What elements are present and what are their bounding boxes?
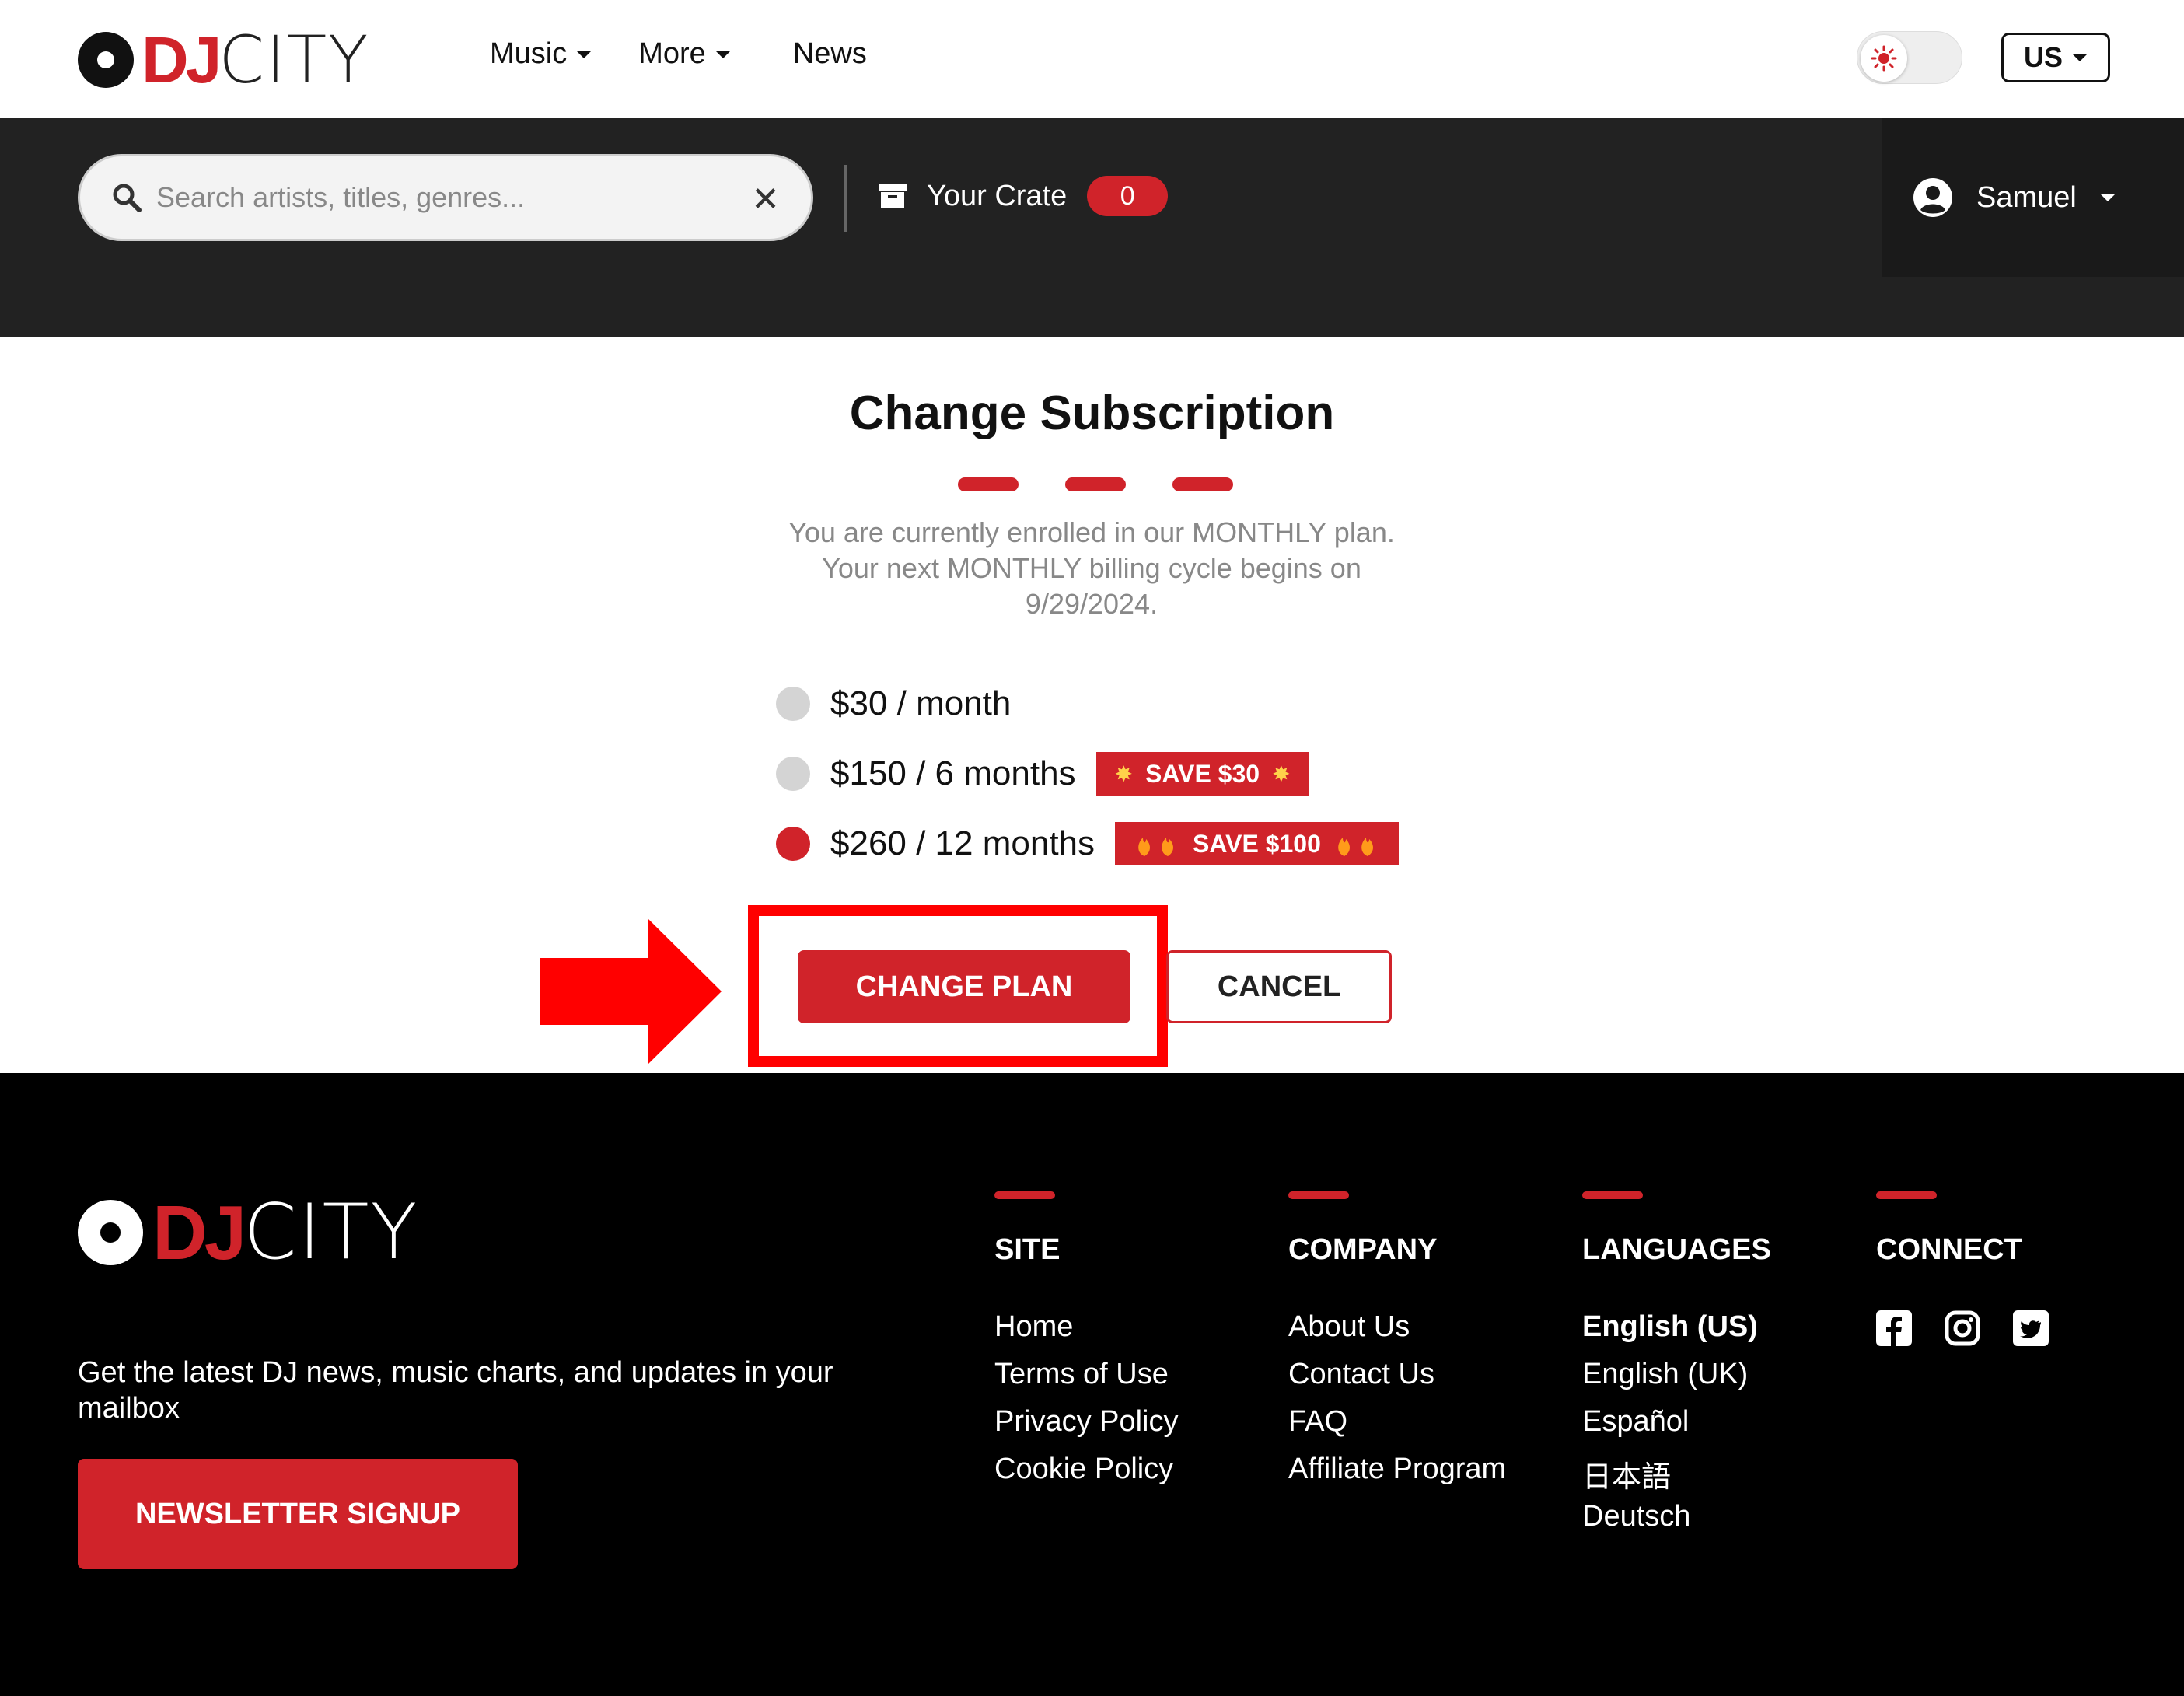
logo-city-text: CITY	[218, 22, 370, 98]
radio-button[interactable]	[776, 757, 810, 791]
red-arrow-annotation	[540, 919, 722, 1064]
region-label: US	[2023, 41, 2063, 73]
language-japanese[interactable]: 日本語	[1582, 1453, 1771, 1500]
sparkle-icon: ✸	[1272, 761, 1291, 786]
plan-label: $150 / 6 months	[830, 754, 1076, 792]
search-input[interactable]	[156, 181, 747, 214]
fire-icon	[1338, 838, 1373, 856]
enrollment-line-1: You are currently enrolled in our MONTHL…	[788, 516, 1395, 548]
nav-more-label: More	[638, 37, 706, 70]
search-box[interactable]: ✕	[78, 154, 813, 241]
plan-option-12-months[interactable]: $260 / 12 months SAVE $100	[776, 809, 1399, 879]
footer-connect-column: CONNECT	[1876, 1191, 2049, 1346]
footer-link-faq[interactable]: FAQ	[1288, 1405, 1506, 1453]
sparkle-icon: ✸	[1114, 761, 1134, 786]
search-bar-section: ✕ Your Crate 0 Samuel	[0, 118, 2184, 337]
save-badge-text: SAVE $30	[1145, 759, 1260, 788]
title-dashes-decoration	[958, 477, 1233, 491]
footer-link-terms[interactable]: Terms of Use	[994, 1358, 1179, 1405]
save-badge-text: SAVE $100	[1193, 829, 1321, 858]
divider	[844, 165, 847, 232]
instagram-icon[interactable]	[1945, 1310, 1980, 1346]
footer-connect-heading: CONNECT	[1876, 1233, 2022, 1266]
logo-dj-text: DJ	[152, 1189, 246, 1275]
your-crate-link[interactable]: Your Crate 0	[879, 176, 1169, 216]
footer-djcity-logo[interactable]: DJ CITY	[78, 1188, 418, 1277]
footer-site-column: SITE Home Terms of Use Privacy Policy Co…	[994, 1191, 1179, 1500]
user-menu[interactable]: Samuel	[1882, 118, 2184, 277]
save-badge: SAVE $100	[1115, 822, 1399, 865]
radio-button[interactable]	[776, 687, 810, 721]
plan-option-6-months[interactable]: $150 / 6 months ✸ SAVE $30 ✸	[776, 739, 1399, 809]
cancel-button[interactable]: CANCEL	[1166, 950, 1392, 1023]
footer-link-cookie[interactable]: Cookie Policy	[994, 1453, 1179, 1500]
logo-dj-text: DJ	[142, 23, 222, 96]
caret-down-icon	[576, 50, 592, 58]
nav-music-menu[interactable]: Music	[490, 37, 592, 71]
footer-languages-heading: LANGUAGES	[1582, 1233, 1771, 1266]
enrollment-info: You are currently enrolled in our MONTHL…	[703, 515, 1480, 622]
main-nav: Music More News	[490, 37, 867, 71]
language-english-uk[interactable]: English (UK)	[1582, 1358, 1771, 1405]
nav-news-label: News	[792, 37, 867, 70]
user-avatar-icon	[1913, 178, 1952, 217]
footer-company-column: COMPANY About Us Contact Us FAQ Affiliat…	[1288, 1191, 1506, 1500]
plan-label: $260 / 12 months	[830, 824, 1095, 862]
language-espanol[interactable]: Español	[1582, 1405, 1771, 1453]
facebook-icon[interactable]	[1876, 1310, 1912, 1346]
crate-count-badge: 0	[1087, 176, 1169, 216]
top-navigation: DJ CITY Music More News US	[0, 0, 2184, 118]
footer-languages-column: LANGUAGES English (US) English (UK) Espa…	[1582, 1191, 1771, 1547]
twitter-icon[interactable]	[2013, 1310, 2049, 1346]
footer-link-contact[interactable]: Contact Us	[1288, 1358, 1506, 1405]
plan-options: $30 / month $150 / 6 months ✸ SAVE $30 ✸…	[776, 669, 1399, 879]
page-title: Change Subscription	[849, 386, 1335, 440]
billing-date: 9/29/2024.	[1025, 588, 1158, 620]
newsletter-signup-button[interactable]: NEWSLETTER SIGNUP	[78, 1459, 518, 1569]
language-deutsch[interactable]: Deutsch	[1582, 1500, 1771, 1547]
fire-icon	[1138, 838, 1174, 856]
theme-toggle[interactable]	[1857, 31, 1962, 84]
footer-company-heading: COMPANY	[1288, 1233, 1438, 1266]
newsletter-tagline: Get the latest DJ news, music charts, an…	[78, 1356, 833, 1425]
caret-down-icon	[715, 50, 731, 58]
logo-city-text: CITY	[243, 1188, 419, 1277]
change-plan-button[interactable]: CHANGE PLAN	[798, 950, 1130, 1023]
clear-search-icon[interactable]: ✕	[751, 180, 780, 219]
footer-link-about[interactable]: About Us	[1288, 1310, 1506, 1358]
sun-icon	[1861, 35, 1907, 82]
archive-box-icon	[879, 184, 907, 208]
caret-down-icon	[2072, 54, 2088, 61]
nav-music-label: Music	[490, 37, 568, 70]
crate-label: Your Crate	[927, 179, 1068, 212]
plan-option-monthly[interactable]: $30 / month	[776, 669, 1399, 739]
record-disc-icon	[78, 32, 134, 88]
footer: DJ CITY Get the latest DJ news, music ch…	[0, 1073, 2184, 1696]
nav-news-link[interactable]: News	[778, 37, 867, 71]
plan-label: $30 / month	[830, 684, 1012, 722]
record-disc-icon	[78, 1200, 143, 1265]
save-badge: ✸ SAVE $30 ✸	[1095, 752, 1309, 796]
footer-link-privacy[interactable]: Privacy Policy	[994, 1405, 1179, 1453]
nav-more-menu[interactable]: More	[638, 37, 731, 71]
search-icon	[113, 184, 142, 212]
enrollment-line-2: Your next MONTHLY billing cycle begins o…	[822, 552, 1361, 584]
footer-site-heading: SITE	[994, 1233, 1061, 1266]
radio-button-selected[interactable]	[776, 827, 810, 861]
region-selector[interactable]: US	[2001, 33, 2110, 82]
footer-link-home[interactable]: Home	[994, 1310, 1179, 1358]
user-name: Samuel	[1976, 180, 2077, 214]
caret-down-icon	[2099, 194, 2116, 201]
footer-link-affiliate[interactable]: Affiliate Program	[1288, 1453, 1506, 1500]
djcity-logo[interactable]: DJ CITY	[78, 22, 369, 98]
language-english-us[interactable]: English (US)	[1582, 1310, 1771, 1358]
